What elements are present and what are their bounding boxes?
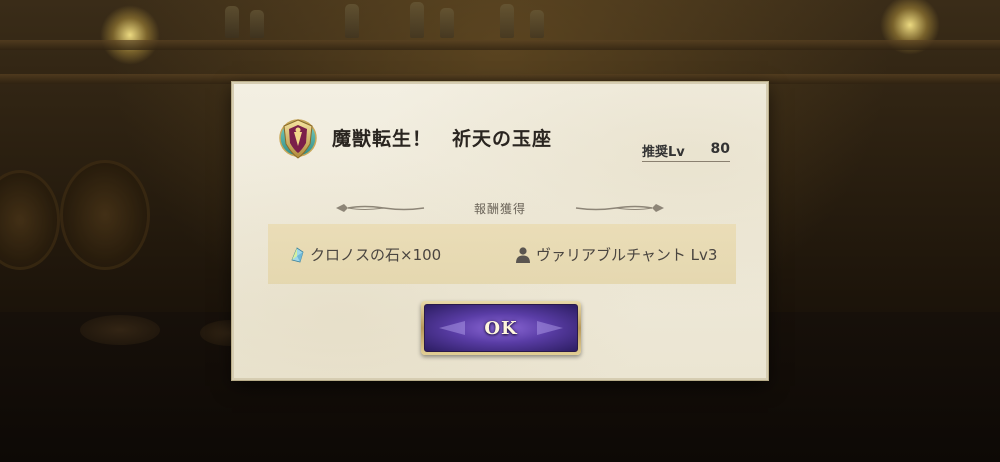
recommended-level-label: 推奨Lv — [642, 145, 685, 160]
bottle — [440, 8, 454, 38]
reward-list: クロノスの石×100 ヴァリアブルチャント Lv3 — [268, 224, 736, 284]
stool — [80, 315, 160, 345]
person-icon — [516, 246, 530, 263]
bottle — [250, 10, 264, 38]
shield-emblem-icon — [279, 119, 317, 159]
ornament-right-icon — [575, 204, 664, 212]
ok-button-label: OK — [484, 317, 518, 339]
bottle — [345, 4, 359, 38]
reward-text: クロノスの石×100 — [310, 246, 442, 264]
reward-item: ヴァリアブルチャント Lv3 — [514, 244, 717, 265]
reward-dialog: 魔獣転生！ 祈天の玉座 推奨Lv 80 報酬獲得 クロノスの石×100 ヴァリア… — [232, 82, 768, 380]
ok-button-face: OK — [424, 304, 578, 352]
recommended-level: 推奨Lv 80 — [642, 141, 730, 162]
bottle — [500, 4, 514, 38]
recommended-level-value: 80 — [710, 141, 730, 157]
reward-item: クロノスの石×100 — [288, 244, 441, 265]
arrow-left-icon — [439, 321, 465, 335]
reward-text: ヴァリアブルチャント Lv3 — [536, 246, 718, 264]
chronos-stone-icon — [291, 246, 304, 262]
bottle — [410, 2, 424, 38]
shelf — [0, 40, 1000, 50]
barrel — [60, 160, 150, 270]
bottle — [530, 10, 544, 38]
bottle — [225, 6, 239, 38]
barrel — [0, 170, 60, 270]
ok-button[interactable]: OK — [421, 301, 581, 355]
lamp-glow — [100, 5, 160, 65]
arrow-right-icon — [537, 321, 563, 335]
dialog-title: 魔獣転生！ 祈天の玉座 — [332, 128, 553, 150]
reward-section-header: 報酬獲得 — [334, 198, 666, 220]
